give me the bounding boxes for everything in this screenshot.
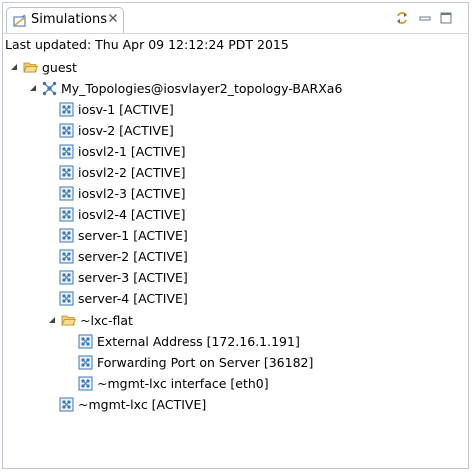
tree-item-node[interactable]: iosv-2 [ACTIVE]	[59, 120, 174, 140]
tree-item-node[interactable]: server-2 [ACTIVE]	[59, 246, 188, 266]
tree-item-label: iosvl2-2 [ACTIVE]	[78, 164, 186, 180]
node-icon	[59, 207, 74, 221]
tree-item-label: ~lxc-flat	[80, 312, 133, 328]
tree-item-label: My_Topologies@iosvlayer2_topology-BARXa6	[61, 80, 343, 96]
view-tab-bar: Simulations	[3, 3, 468, 34]
node-icon	[59, 186, 74, 200]
tab-label: Simulations	[31, 12, 108, 27]
close-icon[interactable]	[108, 13, 118, 23]
node-icon	[59, 228, 74, 242]
tree-item-label: server-1 [ACTIVE]	[78, 227, 188, 243]
node-icon	[59, 165, 74, 179]
expanded-arrow-icon[interactable]	[47, 315, 57, 325]
node-icon	[59, 102, 74, 116]
last-updated-status: Last updated: Thu Apr 09 12:12:24 PDT 20…	[5, 37, 289, 52]
expanded-arrow-icon[interactable]	[9, 62, 19, 72]
tree-item-label: iosvl2-3 [ACTIVE]	[78, 185, 186, 201]
tree-item-label: ~mgmt-lxc interface [eth0]	[97, 375, 269, 391]
minimize-icon[interactable]	[418, 11, 432, 25]
folder-open-icon	[61, 315, 76, 325]
tree-item-label: ~mgmt-lxc [ACTIVE]	[78, 396, 207, 412]
tree-item-label: iosvl2-4 [ACTIVE]	[78, 206, 186, 222]
tree-item-node[interactable]: iosvl2-3 [ACTIVE]	[59, 183, 185, 203]
node-icon	[78, 376, 93, 390]
tree-item-topology[interactable]: My_Topologies@iosvlayer2_topology-BARXa6	[28, 78, 342, 98]
tree-item-node[interactable]: iosvl2-2 [ACTIVE]	[59, 162, 185, 182]
tree-item-node[interactable]: server-4 [ACTIVE]	[59, 288, 188, 308]
tree-item-node[interactable]: server-3 [ACTIVE]	[59, 267, 188, 287]
node-icon	[59, 144, 74, 158]
tree-item-label: External Address [172.16.1.191]	[97, 333, 300, 349]
sync-icon[interactable]	[395, 11, 409, 25]
tree-item-lxc-child[interactable]: Forwarding Port on Server [36182]	[78, 352, 313, 372]
tree-item-lxc-child[interactable]: External Address [172.16.1.191]	[78, 331, 300, 351]
node-icon	[59, 249, 74, 263]
tab-simulations[interactable]: Simulations	[6, 7, 124, 33]
node-icon	[59, 123, 74, 137]
tree-item-label: iosvl2-1 [ACTIVE]	[78, 143, 186, 159]
node-icon	[59, 291, 74, 305]
tree-item-lxc-folder[interactable]: ~lxc-flat	[47, 310, 133, 330]
expanded-arrow-icon[interactable]	[28, 83, 38, 93]
node-icon	[78, 355, 93, 369]
tree-item-node[interactable]: server-1 [ACTIVE]	[59, 225, 188, 245]
tree-item-node[interactable]: iosvl2-4 [ACTIVE]	[59, 204, 185, 224]
maximize-icon[interactable]	[439, 11, 453, 25]
simulations-icon	[13, 14, 26, 27]
folder-open-icon	[23, 62, 38, 72]
tree-item-node[interactable]: iosvl2-1 [ACTIVE]	[59, 141, 185, 161]
simulations-view: Simulations Last updated: Thu Apr 09 12:…	[2, 2, 469, 469]
tree-item-mgmt[interactable]: ~mgmt-lxc [ACTIVE]	[59, 394, 206, 414]
topology-icon	[42, 81, 57, 95]
tree-item-label: iosv-1 [ACTIVE]	[78, 101, 174, 117]
tree-item-label: Forwarding Port on Server [36182]	[97, 354, 314, 370]
node-icon	[59, 397, 74, 411]
tree-item-lxc-child[interactable]: ~mgmt-lxc interface [eth0]	[78, 373, 269, 393]
tree-item-label: server-2 [ACTIVE]	[78, 248, 188, 264]
tree-item-label: server-3 [ACTIVE]	[78, 269, 188, 285]
tree-item-label: guest	[42, 59, 77, 75]
node-icon	[59, 270, 74, 284]
tree-item-label: server-4 [ACTIVE]	[78, 290, 188, 306]
tree-item-guest[interactable]: guest	[9, 57, 77, 77]
tree-item-node[interactable]: iosv-1 [ACTIVE]	[59, 99, 174, 119]
tree-item-label: iosv-2 [ACTIVE]	[78, 122, 174, 138]
node-icon	[78, 334, 93, 348]
